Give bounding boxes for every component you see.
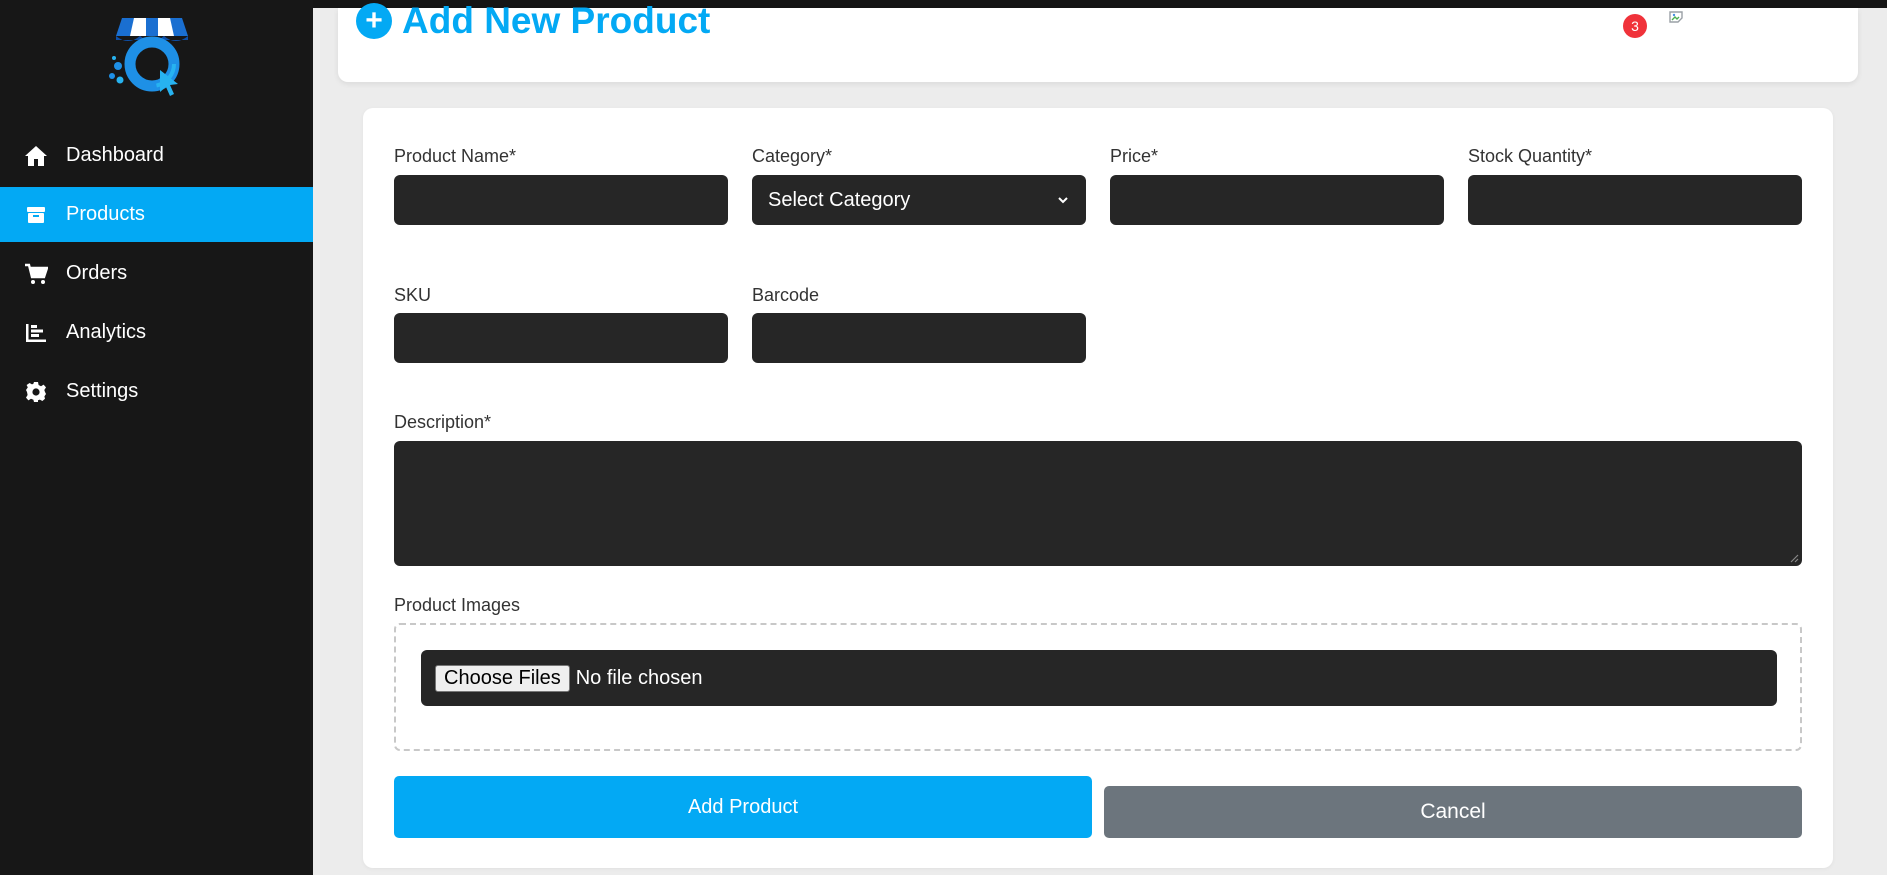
cart-icon (24, 262, 48, 286)
add-product-form: Product Name* Category* Select Category … (363, 108, 1833, 868)
sidebar-item-label: Orders (66, 262, 128, 284)
notification-badge[interactable]: 3 (1623, 14, 1647, 38)
home-icon (24, 144, 48, 168)
sidebar-item-dashboard[interactable]: Dashboard (0, 128, 313, 183)
box-icon (24, 203, 48, 227)
sidebar-item-products[interactable]: Products (0, 187, 313, 242)
sidebar-item-analytics[interactable]: Analytics (0, 305, 313, 360)
description-textarea[interactable] (394, 441, 1802, 566)
page-title: + Add New Product (356, 0, 710, 42)
category-selected-value: Select Category (768, 188, 911, 211)
cancel-button[interactable]: Cancel (1104, 786, 1802, 838)
stock-quantity-label: Stock Quantity* (1468, 146, 1593, 166)
description-label: Description* (394, 412, 492, 432)
file-status-text: No file chosen (575, 666, 703, 689)
gear-icon (24, 380, 48, 404)
page-header: + Add New Product 3 (338, 0, 1858, 82)
sidebar-nav: Dashboard Products Orders Analytics Sett… (0, 128, 313, 423)
avatar[interactable] (1668, 10, 1692, 32)
sku-label: SKU (394, 285, 432, 305)
product-images-label: Product Images (394, 595, 521, 615)
product-name-label: Product Name* (394, 146, 517, 166)
category-select[interactable]: Select Category (752, 175, 1086, 225)
sidebar-item-orders[interactable]: Orders (0, 246, 313, 301)
sidebar: Dashboard Products Orders Analytics Sett… (0, 0, 313, 875)
sidebar-item-label: Settings (66, 380, 139, 402)
category-label: Category* (752, 146, 833, 166)
file-input[interactable]: Choose Files No file chosen (421, 650, 1777, 706)
store-logo[interactable] (104, 14, 200, 98)
price-input[interactable] (1110, 175, 1444, 225)
image-dropzone[interactable]: Choose Files No file chosen (394, 623, 1802, 751)
stock-quantity-input[interactable] (1468, 175, 1802, 225)
choose-files-button[interactable]: Choose Files (435, 664, 570, 692)
page-title-text: Add New Product (402, 0, 711, 41)
sku-input[interactable] (394, 313, 728, 363)
sidebar-item-label: Products (66, 203, 145, 225)
barcode-label: Barcode (752, 285, 820, 305)
sidebar-item-settings[interactable]: Settings (0, 364, 313, 419)
sidebar-item-label: Dashboard (66, 144, 164, 166)
chevron-down-icon (1058, 197, 1068, 204)
resize-grip-icon (1790, 554, 1799, 563)
sidebar-item-label: Analytics (66, 321, 147, 343)
barcode-input[interactable] (752, 313, 1086, 363)
product-name-input[interactable] (394, 175, 728, 225)
broken-image-icon (1669, 11, 1683, 23)
price-label: Price* (1110, 146, 1159, 166)
chart-icon (24, 321, 48, 345)
add-product-button[interactable]: Add Product (394, 776, 1092, 838)
plus-circle-icon: + (356, 3, 392, 39)
